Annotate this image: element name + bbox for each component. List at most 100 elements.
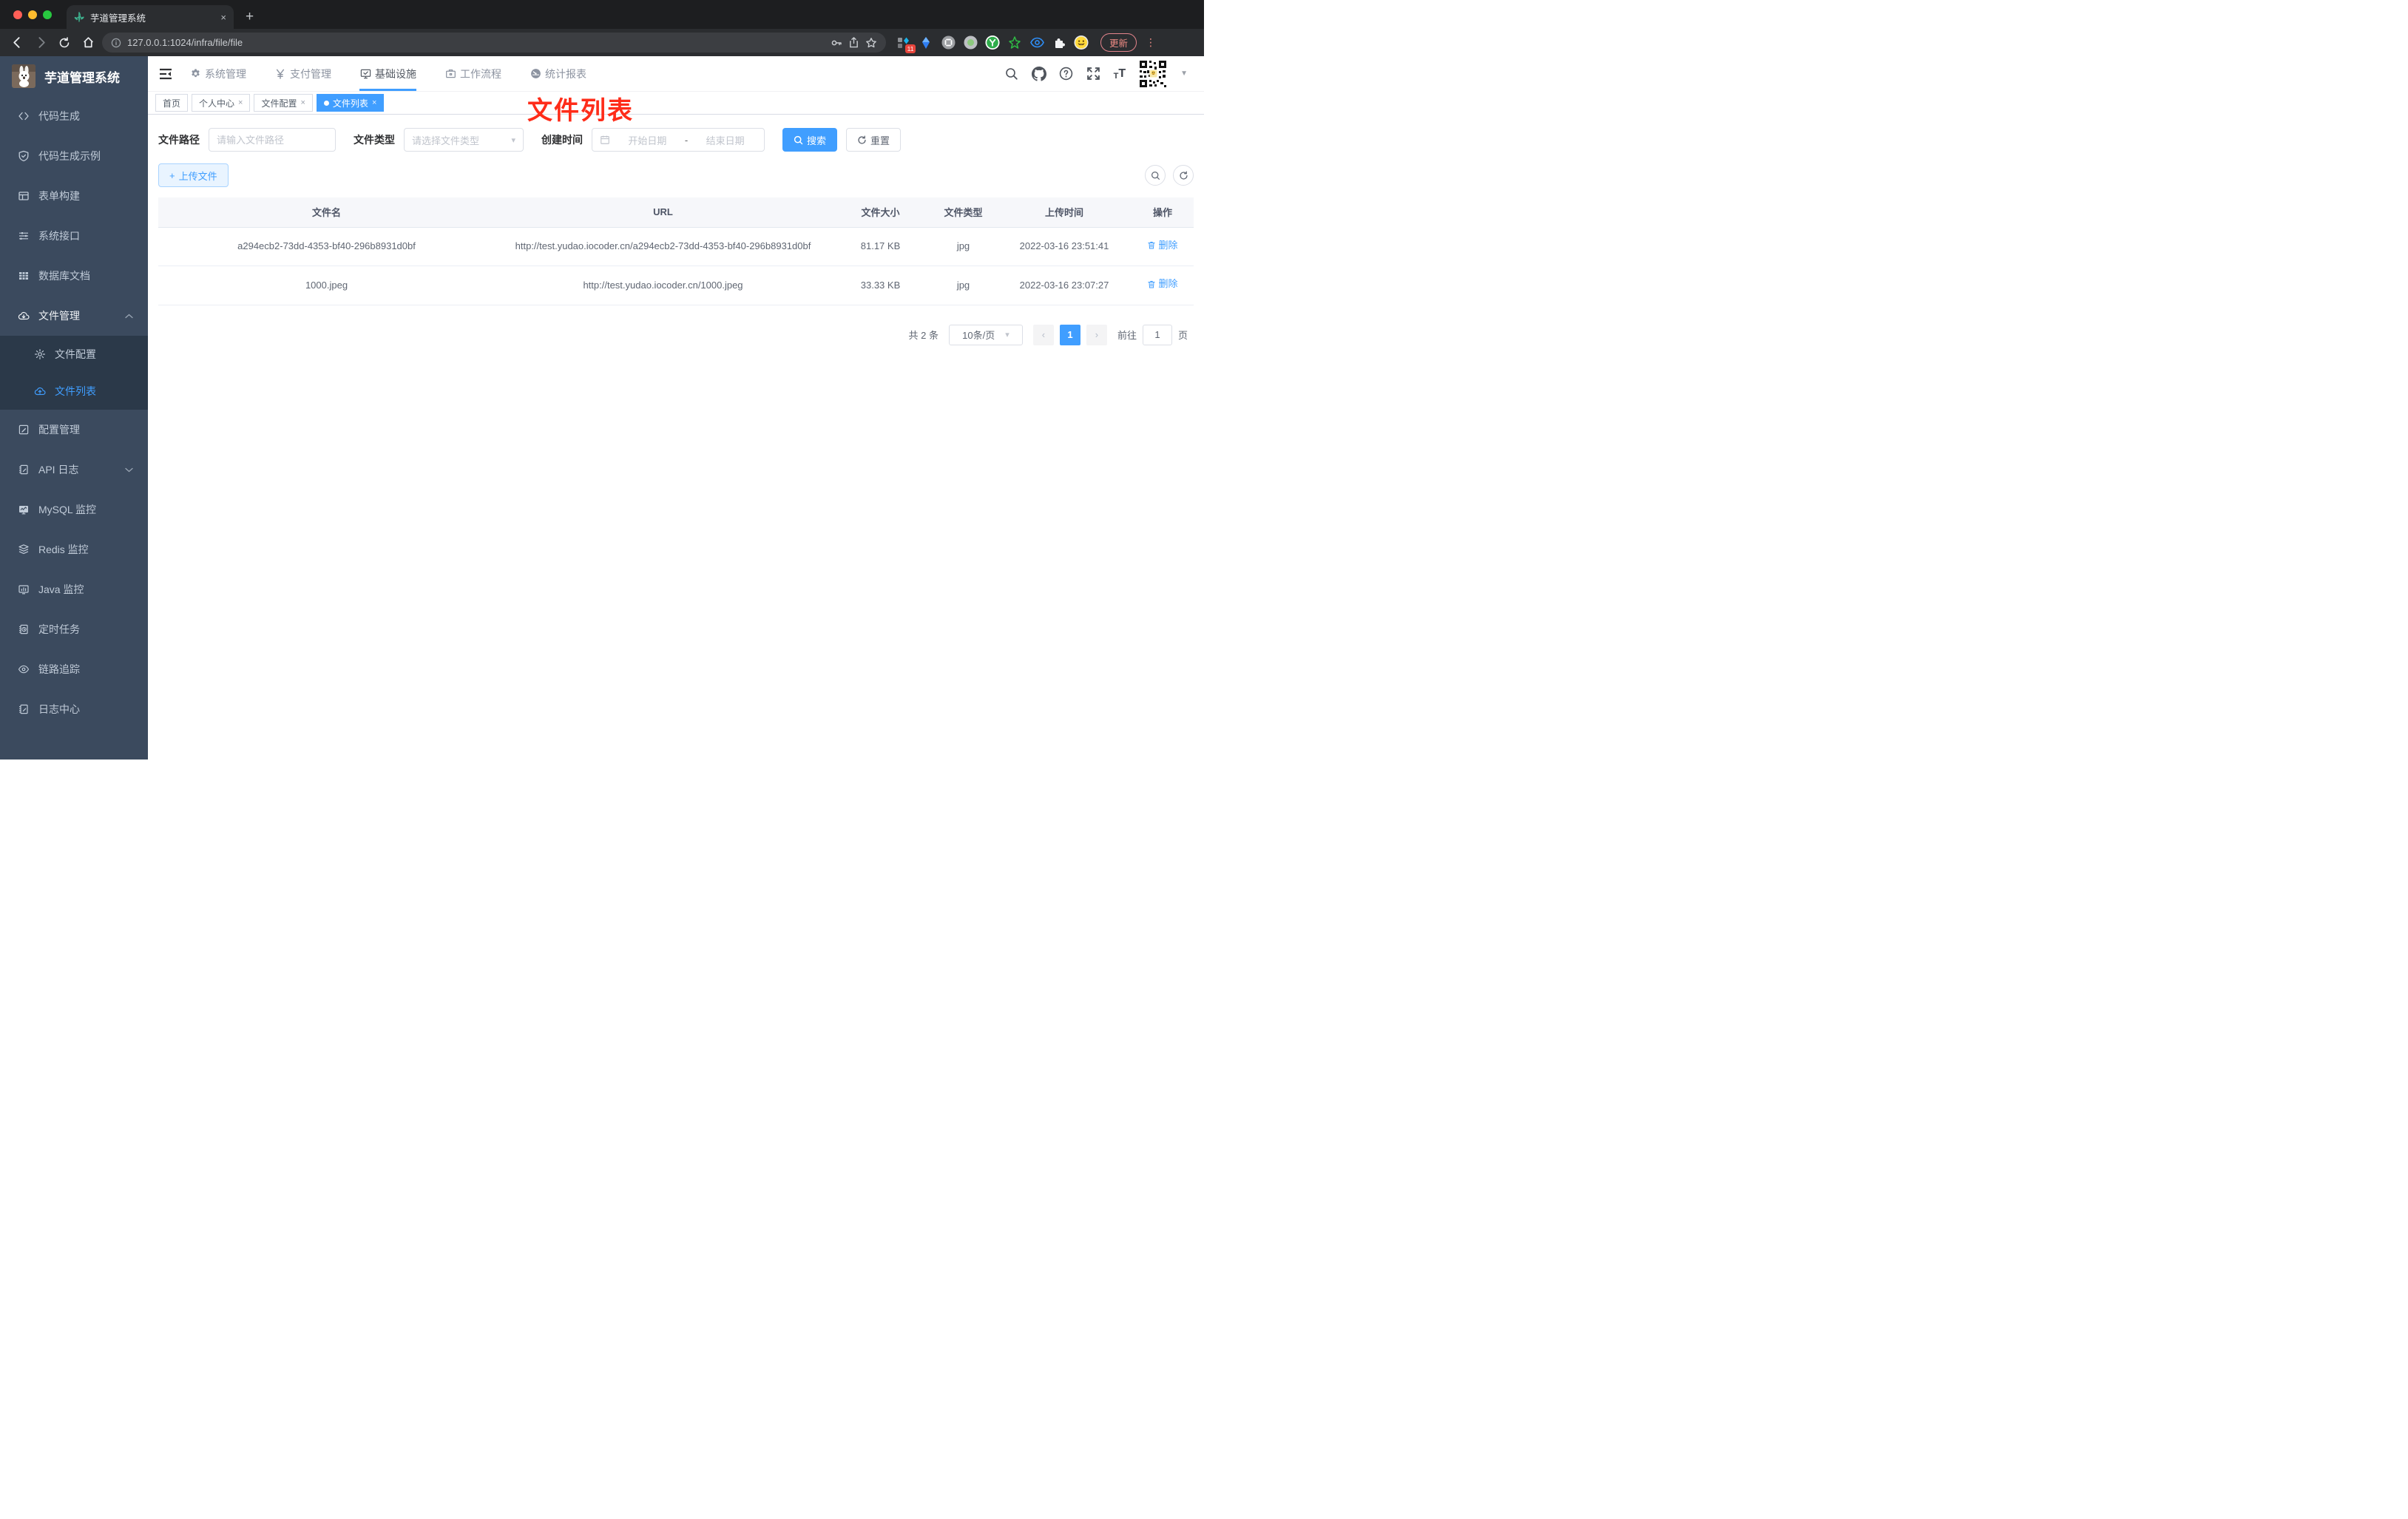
cell-type: jpg [930, 227, 997, 267]
user-menu-caret-icon[interactable]: ▼ [1180, 70, 1188, 78]
sidebar-item-java-monitor[interactable]: Java 监控 [0, 569, 148, 609]
yen-icon [274, 68, 286, 80]
sidebar-item-config-management[interactable]: 配置管理 [0, 410, 148, 450]
avatar-qr-code[interactable] [1138, 58, 1169, 89]
sidebar-item-redis-monitor[interactable]: Redis 监控 [0, 530, 148, 569]
prev-page-button[interactable]: ‹ [1032, 324, 1054, 345]
sidebar-item-label: 代码生成 [38, 110, 80, 122]
new-tab-button[interactable]: + [246, 5, 254, 29]
monitor-check-icon [359, 68, 371, 80]
delete-link-label: 删除 [1158, 239, 1178, 251]
nav-item-system[interactable]: 系统管理 [189, 56, 246, 91]
nav-item-workflow[interactable]: 工作流程 [444, 56, 501, 91]
next-page-button[interactable]: › [1086, 324, 1107, 345]
col-header-url: URL [495, 197, 831, 228]
share-icon[interactable] [848, 37, 859, 48]
sidebar-fold-icon[interactable] [158, 67, 173, 81]
window-minimize-button[interactable] [28, 10, 37, 19]
nav-item-infrastructure[interactable]: 基础设施 [359, 56, 416, 91]
upload-file-button[interactable]: + 上传文件 [158, 163, 229, 187]
sidebar-item-label: 定时任务 [38, 623, 80, 635]
page-size-select[interactable]: 10条/页 ▾ [948, 324, 1023, 345]
address-bar[interactable]: 127.0.0.1:1024/infra/file/file [102, 33, 886, 53]
extension-grid-icon[interactable]: 11 [896, 35, 916, 53]
extension-y-icon[interactable] [985, 35, 1000, 50]
sidebar-item-trace[interactable]: 链路追踪 [0, 649, 148, 689]
file-type-select[interactable]: 请选择文件类型 ▾ [404, 128, 524, 152]
delete-link[interactable]: 删除 [1147, 238, 1178, 254]
sidebar-item-code-example[interactable]: 代码生成示例 [0, 136, 148, 176]
browser-tab[interactable]: 芋道管理系统 × [67, 5, 234, 29]
sidebar-item-label: API 日志 [38, 464, 79, 476]
date-range-picker[interactable]: 开始日期 - 结束日期 [592, 128, 765, 152]
search-icon[interactable] [1004, 67, 1019, 81]
nav-item-reports[interactable]: 统计报表 [530, 56, 586, 91]
sidebar-item-file-list[interactable]: 文件列表 [0, 373, 148, 410]
window-close-button[interactable] [13, 10, 22, 19]
browser-menu-icon[interactable]: ⋮ [1146, 36, 1156, 49]
password-key-icon[interactable] [831, 37, 842, 49]
gauge-icon [530, 68, 541, 80]
file-path-input[interactable] [217, 134, 328, 146]
col-header-size: 文件大小 [831, 197, 930, 228]
reload-icon[interactable] [55, 33, 74, 53]
fullscreen-icon[interactable] [1086, 67, 1101, 81]
sidebar-item-db-doc[interactable]: 数据库文档 [0, 256, 148, 296]
tag-profile[interactable]: 个人中心 × [192, 94, 251, 112]
chevron-down-icon [125, 467, 133, 473]
help-icon[interactable] [1059, 67, 1074, 81]
table-search-toggle-icon[interactable] [1145, 165, 1166, 186]
sidebar-item-code-generation[interactable]: 代码生成 [0, 96, 148, 136]
sidebar-item-mysql-monitor[interactable]: MySQL 监控 [0, 490, 148, 530]
tag-file-config[interactable]: 文件配置 × [254, 94, 313, 112]
site-info-icon[interactable] [111, 38, 121, 48]
tag-close-icon[interactable]: × [238, 98, 243, 107]
tag-close-icon[interactable]: × [372, 98, 376, 107]
browser-toolbar: 127.0.0.1:1024/infra/file/file 11 更新 ⋮ [0, 29, 1204, 56]
github-icon[interactable] [1031, 66, 1046, 81]
extension-emoji-icon[interactable] [1074, 35, 1089, 50]
cell-size: 33.33 KB [831, 265, 930, 305]
cell-filename: a294ecb2-73dd-4353-bf40-296b8931d0bf [158, 227, 495, 267]
extension-star-icon[interactable] [1007, 35, 1022, 50]
forward-icon[interactable] [31, 33, 50, 53]
extension-puzzle-icon[interactable] [1052, 35, 1066, 50]
file-type-label: 文件类型 [354, 134, 395, 146]
goto-page-input[interactable] [1142, 324, 1172, 345]
tag-home[interactable]: 首页 [155, 94, 189, 112]
sidebar-item-log-center[interactable]: 日志中心 [0, 689, 148, 729]
sidebar-item-label: 代码生成示例 [38, 150, 101, 162]
home-icon[interactable] [78, 33, 98, 53]
tag-file-list[interactable]: 文件列表 × [316, 94, 385, 112]
font-size-icon[interactable]: TT [1114, 67, 1126, 81]
search-button[interactable]: 搜索 [782, 128, 838, 152]
shield-check-icon [18, 150, 30, 162]
reset-button[interactable]: 重置 [846, 128, 902, 152]
bookmark-star-icon[interactable] [865, 37, 877, 49]
delete-link[interactable]: 删除 [1147, 277, 1178, 292]
table-refresh-icon[interactable] [1173, 165, 1194, 186]
sidebar-item-form-builder[interactable]: 表单构建 [0, 176, 148, 216]
sidebar-item-scheduled-tasks[interactable]: 定时任务 [0, 609, 148, 649]
nav-item-payment[interactable]: 支付管理 [274, 56, 331, 91]
window-zoom-button[interactable] [43, 10, 52, 19]
filter-form: 文件路径 文件类型 请选择文件类型 ▾ 创建时间 开始日期 - 结束日期 [158, 128, 1194, 152]
reset-button-label: 重置 [870, 135, 890, 146]
sidebar-item-file-management[interactable]: 文件管理 [0, 296, 148, 336]
document-pen-icon [18, 464, 30, 476]
sidebar-item-api-log[interactable]: API 日志 [0, 450, 148, 490]
sidebar-item-file-config[interactable]: 文件配置 [0, 336, 148, 373]
page-number-current[interactable]: 1 [1059, 324, 1080, 345]
page-content: 文件路径 文件类型 请选择文件类型 ▾ 创建时间 开始日期 - 结束日期 [148, 115, 1204, 760]
tab-close-icon[interactable]: × [220, 12, 226, 23]
extension-kite-icon[interactable] [919, 35, 933, 50]
logo-row[interactable]: 芋道管理系统 [0, 56, 148, 96]
sidebar-item-system-api[interactable]: 系统接口 [0, 216, 148, 256]
tag-close-icon[interactable]: × [300, 98, 305, 107]
extension-command-icon[interactable] [941, 35, 956, 50]
back-icon[interactable] [7, 33, 27, 53]
extension-eye-icon[interactable] [1029, 35, 1044, 50]
extension-record-icon[interactable] [963, 35, 978, 50]
sidebar: 芋道管理系统 代码生成 代码生成示例 表单构建 系统接口 数据库文档 文件管理 … [0, 56, 148, 760]
browser-update-button[interactable]: 更新 [1100, 33, 1137, 52]
